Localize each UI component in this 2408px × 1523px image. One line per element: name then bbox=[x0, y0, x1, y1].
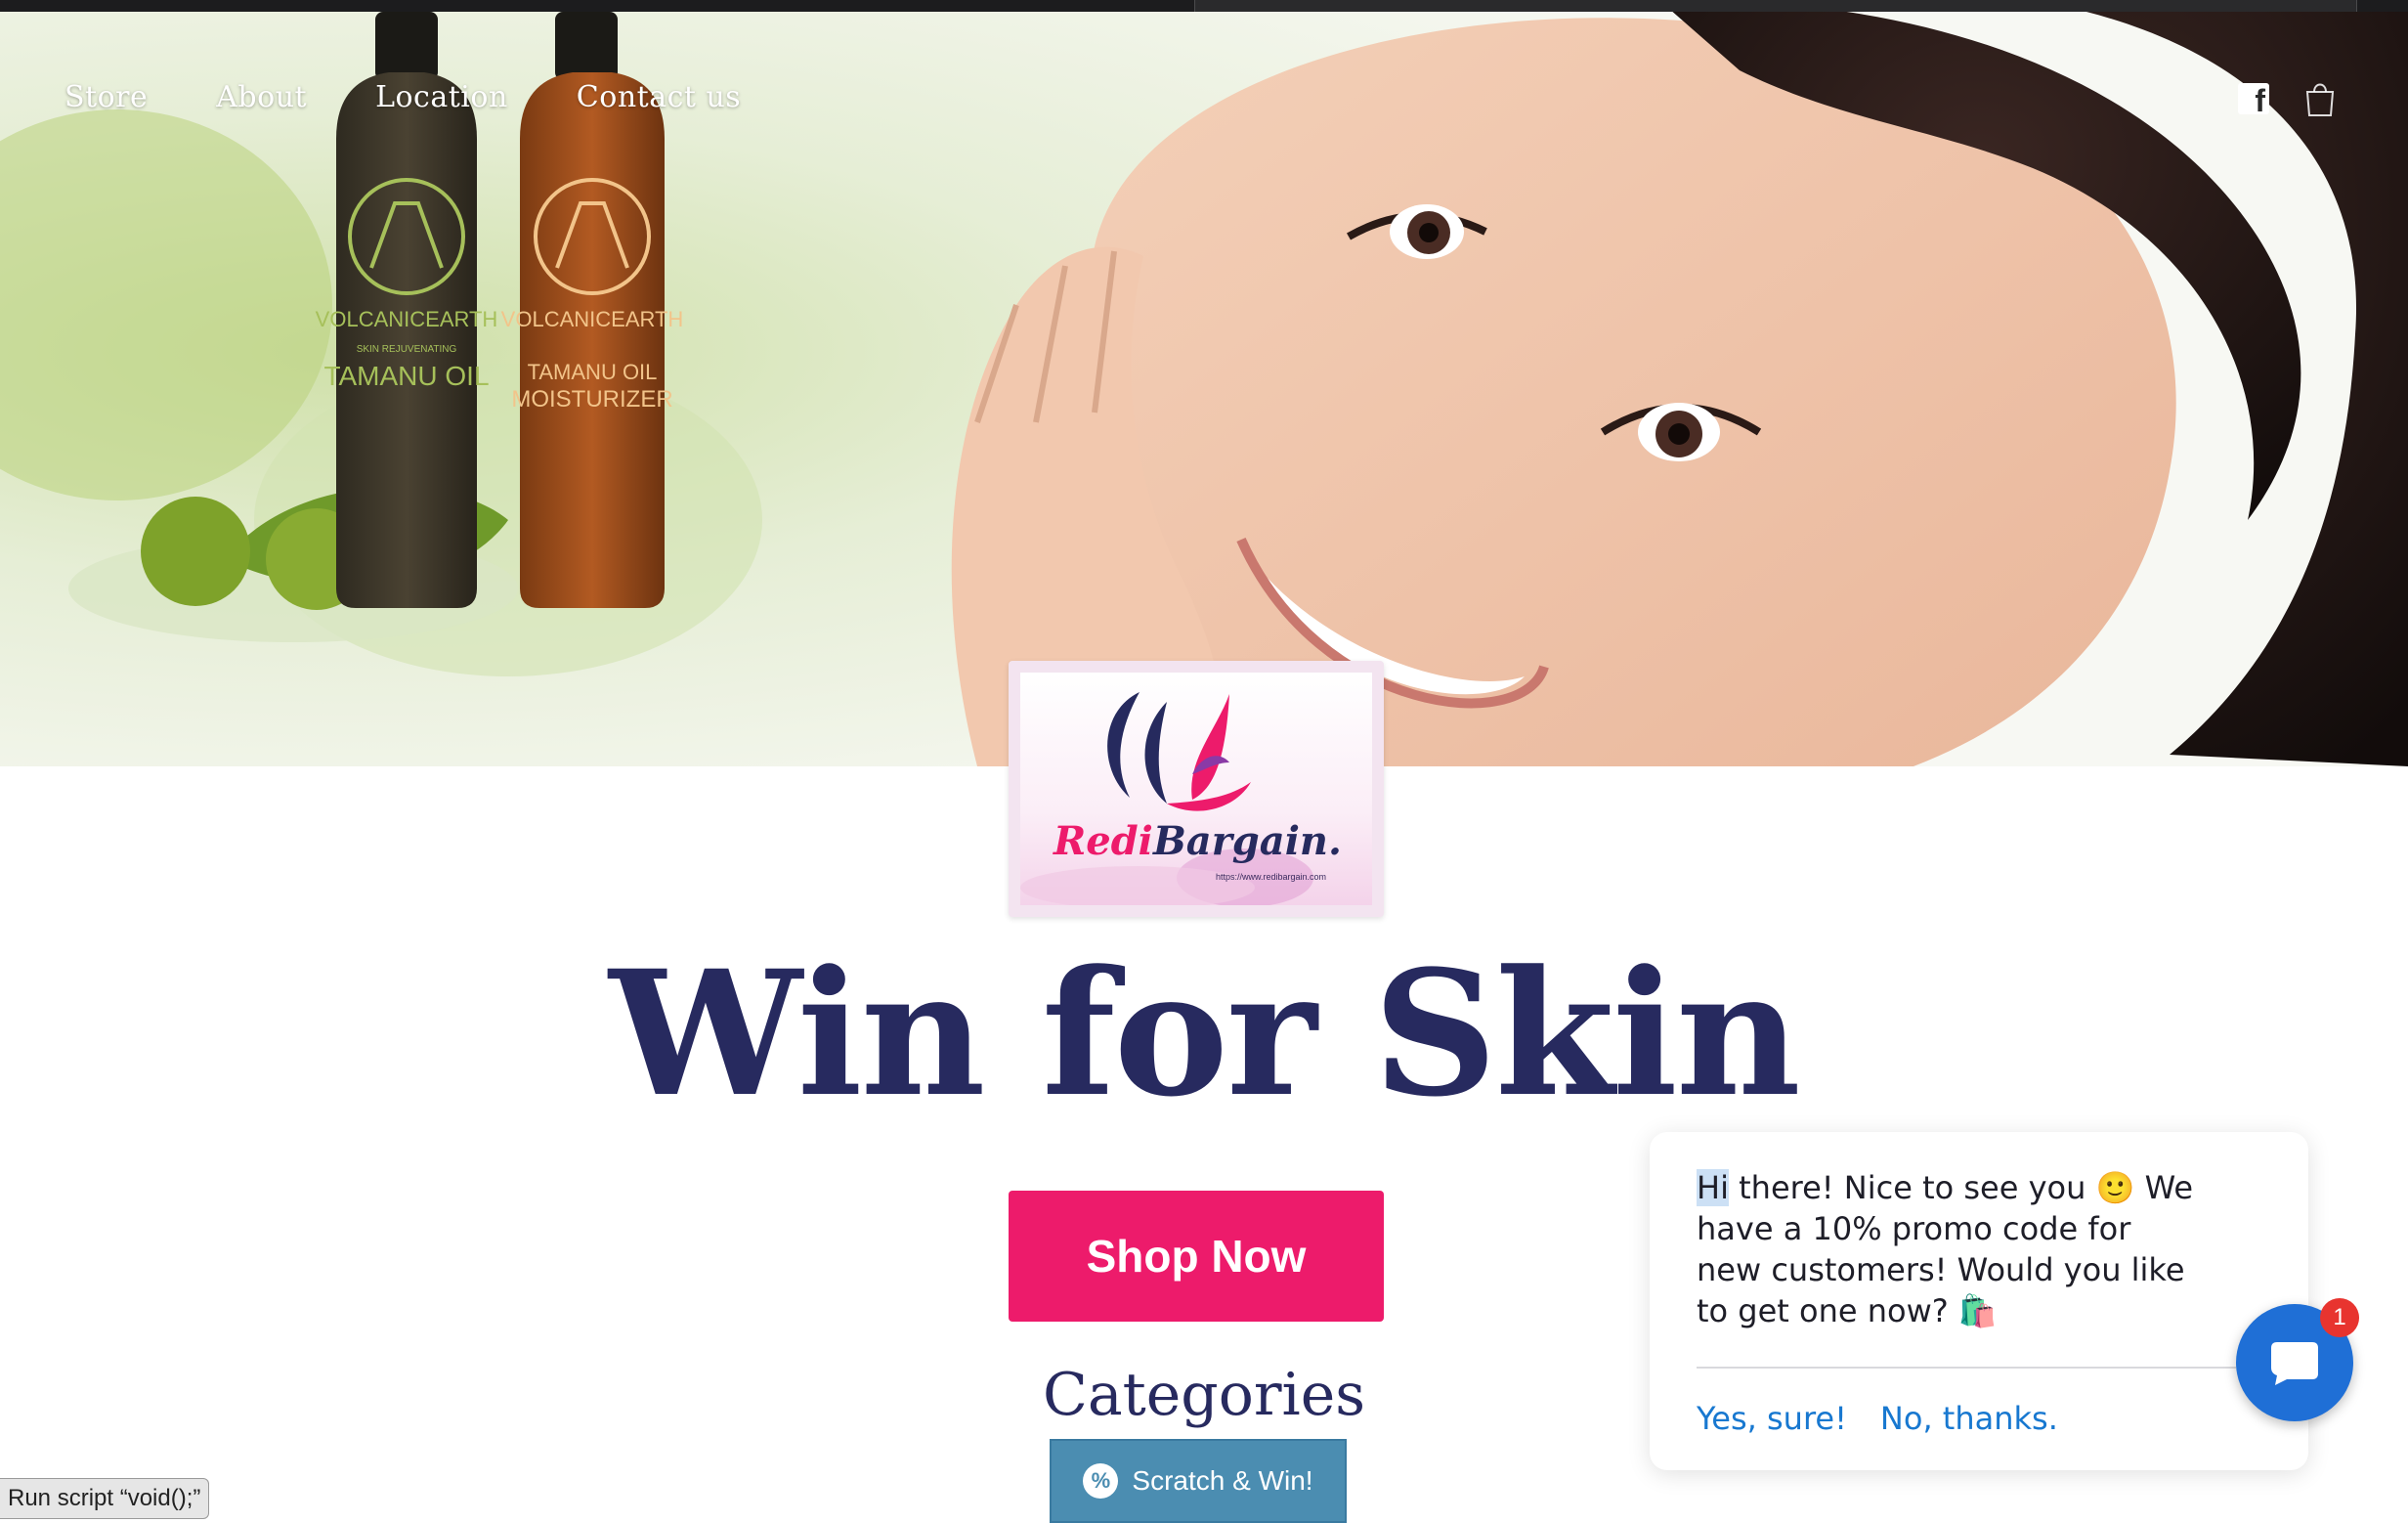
svg-text:SKIN REJUVENATING: SKIN REJUVENATING bbox=[357, 344, 457, 355]
facebook-icon[interactable]: f bbox=[2238, 83, 2269, 116]
svg-text:TAMANU OIL: TAMANU OIL bbox=[323, 361, 489, 391]
nav-item-about[interactable]: About bbox=[216, 80, 307, 114]
svg-text:MOISTURIZER: MOISTURIZER bbox=[511, 386, 672, 413]
scratch-label: Scratch & Win! bbox=[1132, 1465, 1313, 1496]
logo-text-bargain: Bargain. bbox=[1152, 818, 1342, 864]
chat-unread-badge: 1 bbox=[2320, 1298, 2359, 1337]
shop-now-button[interactable]: Shop Now bbox=[1009, 1191, 1384, 1322]
browser-status-bar: Run script “void();” bbox=[0, 1478, 210, 1519]
logo-url: https://www.redibargain.com bbox=[1216, 872, 1326, 882]
percent-icon: % bbox=[1083, 1463, 1119, 1499]
scratch-and-win-button[interactable]: % Scratch & Win! bbox=[1050, 1439, 1347, 1523]
browser-tab-strip bbox=[1194, 0, 2357, 12]
nav-item-contact-us[interactable]: Contact us bbox=[577, 80, 741, 114]
svg-text:VOLCANICEARTH: VOLCANICEARTH bbox=[501, 307, 684, 331]
shopping-bag-icon[interactable] bbox=[2304, 80, 2336, 117]
hero-image: VOLCANICEARTH SKIN REJUVENATING TAMANU O… bbox=[0, 12, 2408, 766]
chat-message: Hi there! Nice to see you 🙂 We have a 10… bbox=[1697, 1167, 2205, 1331]
svg-text:VOLCANICEARTH: VOLCANICEARTH bbox=[316, 307, 498, 331]
chat-actions: Yes, sure! No, thanks. bbox=[1697, 1400, 2058, 1437]
brand-logo-card[interactable]: Redi Bargain. https://www.redibargain.co… bbox=[1009, 661, 1384, 917]
chat-popup: Hi there! Nice to see you 🙂 We have a 10… bbox=[1650, 1132, 2308, 1470]
chat-greeting-highlight: Hi bbox=[1697, 1169, 1729, 1206]
logo-text-redi: Redi bbox=[1053, 818, 1153, 864]
nav-item-location[interactable]: Location bbox=[375, 80, 508, 114]
chat-divider bbox=[1697, 1367, 2236, 1369]
nav-icons: f bbox=[2238, 80, 2336, 117]
svg-text:TAMANU OIL: TAMANU OIL bbox=[528, 360, 658, 384]
chat-no-button[interactable]: No, thanks. bbox=[1880, 1400, 2058, 1437]
brand-logo: Redi Bargain. https://www.redibargain.co… bbox=[1020, 673, 1372, 905]
chat-bubble-icon bbox=[2271, 1342, 2318, 1385]
hero-banner: VOLCANICEARTH SKIN REJUVENATING TAMANU O… bbox=[0, 12, 2408, 766]
browser-top-strip bbox=[0, 0, 2408, 12]
page-headline: Win for Skin bbox=[609, 933, 1801, 1135]
chat-yes-button[interactable]: Yes, sure! bbox=[1697, 1400, 1847, 1437]
chat-message-text: there! Nice to see you 🙂 We have a 10% p… bbox=[1697, 1169, 2194, 1329]
main-nav: Store About Location Contact us bbox=[64, 80, 809, 114]
nav-item-store[interactable]: Store bbox=[64, 80, 148, 114]
